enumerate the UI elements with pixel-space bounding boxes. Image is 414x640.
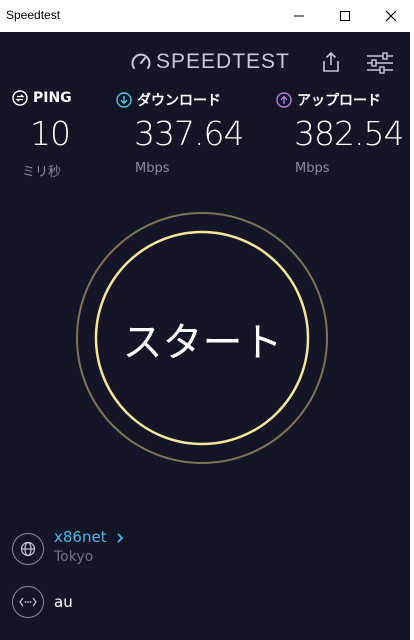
carrier-name: au: [54, 593, 73, 611]
download-icon: [116, 92, 132, 108]
speedometer-icon: [131, 53, 151, 69]
settings-button[interactable]: [366, 52, 394, 78]
upload-unit: Mbps: [295, 161, 330, 176]
server-name-link[interactable]: x86net: [54, 528, 125, 546]
speedtest-logo: SPEEDTEST: [130, 50, 290, 74]
globe-icon-circle: [12, 533, 44, 565]
maximize-button[interactable]: [322, 0, 368, 32]
download-unit: Mbps: [135, 161, 170, 176]
start-button[interactable]: スタート: [95, 310, 310, 368]
server-location: Tokyo: [54, 549, 94, 565]
connection-row[interactable]: [12, 586, 44, 618]
globe-icon: [20, 541, 36, 557]
ping-value: 10: [30, 114, 71, 153]
server-row[interactable]: [12, 533, 44, 565]
upload-label: アップロード: [297, 93, 381, 109]
download-header: ダウンロード: [116, 90, 221, 110]
speedtest-window: Speedtest SPEEDTEST PING 10 ミリ秒 ダウンロード 3…: [0, 0, 414, 640]
minimize-icon: [294, 15, 304, 17]
download-label: ダウンロード: [137, 93, 221, 109]
upload-header: アップロード: [276, 90, 381, 110]
ping-unit: ミリ秒: [22, 165, 62, 180]
server-name: x86net: [54, 528, 107, 546]
close-button[interactable]: [368, 0, 414, 32]
title-bar: Speedtest: [0, 0, 414, 32]
ping-icon: [12, 90, 28, 106]
download-value: 337.64: [134, 114, 244, 153]
connection-icon: [19, 597, 37, 607]
minimize-button[interactable]: [276, 0, 322, 32]
close-icon: [385, 10, 397, 22]
share-button[interactable]: [320, 50, 342, 78]
window-edge: [410, 32, 414, 640]
ping-label: PING: [33, 90, 72, 106]
share-icon: [323, 51, 339, 72]
window-title: Speedtest: [6, 8, 61, 22]
logo-text: SPEEDTEST: [156, 50, 290, 73]
ping-header: PING: [12, 90, 72, 106]
settings-sliders-icon: [367, 52, 393, 74]
upload-value: 382.54: [294, 114, 404, 153]
upload-icon: [276, 92, 292, 108]
maximize-icon: [340, 11, 350, 21]
connection-icon-circle: [12, 586, 44, 618]
chevron-right-icon: [117, 532, 124, 543]
